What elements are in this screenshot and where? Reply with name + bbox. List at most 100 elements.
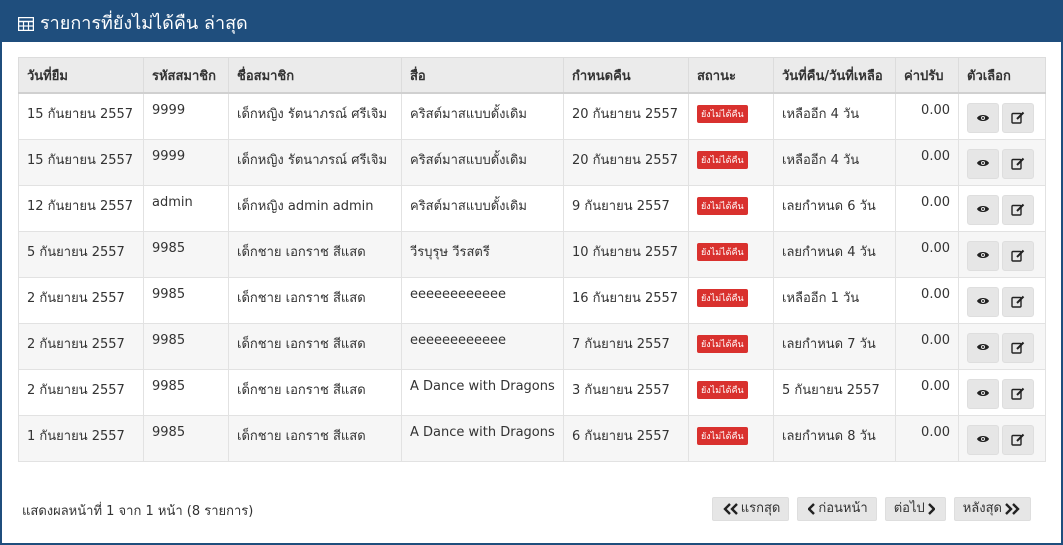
table-cell: 0.00 [895,230,959,278]
actions-cell [958,138,1046,186]
table-cell: เด็กชาย เอกราช สีแสด [228,276,402,324]
table-cell: 6 กันยายน 2557 [563,414,689,462]
table-cell: 7 กันยายน 2557 [563,322,689,370]
table-cell: ยังไม่ได้คืน [688,92,774,140]
view-button[interactable] [967,332,999,363]
table-cell: 1 กันยายน 2557 [18,414,144,462]
view-button[interactable] [967,286,999,317]
eye-icon [976,202,990,217]
table-cell: 9985 [143,368,229,416]
column-header: กำหนดคืน [563,57,689,94]
table-row: 15 กันยายน 2557 9999 เด็กหญิง รัตนาภรณ์ ศร… [18,92,1046,140]
last-page-button[interactable]: หลังสุด [953,497,1031,521]
table-cell: เหลืออีก 1 วัน [773,276,896,324]
view-button[interactable] [967,103,999,133]
status-badge: ยังไม่ได้คืน [697,426,748,445]
table-cell: เลยกำหนด 4 วัน [773,230,896,278]
table-cell: 9985 [143,276,229,324]
eye-icon [976,340,990,355]
table-cell: 2 กันยายน 2557 [18,322,144,370]
view-button[interactable] [967,148,999,179]
status-badge: ยังไม่ได้คืน [697,196,748,215]
edit-icon [1011,248,1025,263]
edit-icon [1011,432,1025,447]
table-cell: 20 กันยายน 2557 [563,138,689,186]
edit-button[interactable] [1002,240,1034,271]
edit-button[interactable] [1002,332,1034,363]
table-cell: ยังไม่ได้คืน [688,138,774,186]
panel-header: รายการที่ยังไม่ได้คืน ล่าสุด [2,2,1061,42]
prev-page-label: ก่อนหน้า [818,501,868,516]
table-cell: 9985 [143,322,229,370]
actions-cell [958,322,1046,370]
table-cell: 0.00 [895,322,959,370]
first-page-button[interactable]: แรกสุด [711,497,790,521]
table-cell: 2 กันยายน 2557 [18,368,144,416]
double-chevron-left-icon [723,503,738,515]
actions-cell [958,92,1046,140]
edit-button[interactable] [1002,424,1034,455]
view-button[interactable] [967,424,999,455]
table-cell: 5 กันยายน 2557 [773,368,896,416]
table-cell: 9 กันยายน 2557 [563,184,689,232]
edit-icon [1011,202,1025,217]
table-cell: 0.00 [895,276,959,324]
edit-button[interactable] [1002,194,1034,225]
column-header: ชื่อสมาชิก [228,57,402,94]
last-page-label: หลังสุด [962,501,1002,516]
prev-page-button[interactable]: ก่อนหน้า [797,497,877,521]
table-cell: เด็กหญิง admin admin [228,184,402,232]
edit-icon [1011,110,1025,125]
table-cell: ยังไม่ได้คืน [688,276,774,324]
status-badge: ยังไม่ได้คืน [697,242,748,261]
table-cell: เลยกำหนด 6 วัน [773,184,896,232]
edit-icon [1011,340,1025,355]
column-header: ค่าปรับ [895,57,959,94]
table-cell: ยังไม่ได้คืน [688,368,774,416]
table-cell: ยังไม่ได้คืน [688,184,774,232]
edit-button[interactable] [1002,148,1034,179]
view-button[interactable] [967,378,999,409]
status-badge: ยังไม่ได้คืน [697,150,748,169]
edit-icon [1011,156,1025,171]
pagination: แรกสุด ก่อนหน้า ต่อไป หลังสุด [711,497,1031,521]
table-cell: 9985 [143,230,229,278]
next-page-button[interactable]: ต่อไป [884,497,946,521]
table-cell: A Dance with Dragons [401,368,564,416]
actions-cell [958,184,1046,232]
table-cell: เด็กหญิง รัตนาภรณ์ ศรีเจิม [228,92,402,140]
table-cell: 0.00 [895,92,959,140]
table-cell: ยังไม่ได้คืน [688,414,774,462]
table-row: 12 กันยายน 2557 admin เด็กหญิง admin admin… [18,184,1046,232]
table-cell: 0.00 [895,414,959,462]
actions-cell [958,276,1046,324]
table-cell: A Dance with Dragons [401,414,564,462]
table-cell: 0.00 [895,368,959,416]
next-page-label: ต่อไป [893,501,925,516]
edit-button[interactable] [1002,378,1034,409]
view-button[interactable] [967,194,999,225]
table-cell: เด็กชาย เอกราช สีแสด [228,414,402,462]
status-badge: ยังไม่ได้คืน [697,380,748,399]
eye-icon [976,432,990,447]
table-cell: เด็กชาย เอกราช สีแสด [228,322,402,370]
table-cell: ยังไม่ได้คืน [688,230,774,278]
table-cell: คริสต์มาสแบบดั้งเดิม [401,184,564,232]
table-cell: 20 กันยายน 2557 [563,92,689,140]
table-cell: 12 กันยายน 2557 [18,184,144,232]
table-row: 15 กันยายน 2557 9999 เด็กหญิง รัตนาภรณ์ ศร… [18,138,1046,186]
edit-button[interactable] [1002,103,1034,133]
table-cell: วีรบุรุษ วีรสตรี [401,230,564,278]
table-cell: 0.00 [895,184,959,232]
table-row: 2 กันยายน 2557 9985 เด็กชาย เอกราช สีแสด ee… [18,322,1046,370]
table-cell: 15 กันยายน 2557 [18,138,144,186]
table-cell: 15 กันยายน 2557 [18,92,144,140]
loans-table-wrap: วันที่ยืม รหัสสมาชิก ชื่อสมาชิก สื่อ กำหนดคื… [18,57,1046,462]
edit-button[interactable] [1002,286,1034,317]
table-cell: เหลืออีก 4 วัน [773,92,896,140]
view-button[interactable] [967,240,999,271]
table-cell: เลยกำหนด 7 วัน [773,322,896,370]
table-cell: 2 กันยายน 2557 [18,276,144,324]
table-cell: 10 กันยายน 2557 [563,230,689,278]
status-badge: ยังไม่ได้คืน [697,105,748,123]
